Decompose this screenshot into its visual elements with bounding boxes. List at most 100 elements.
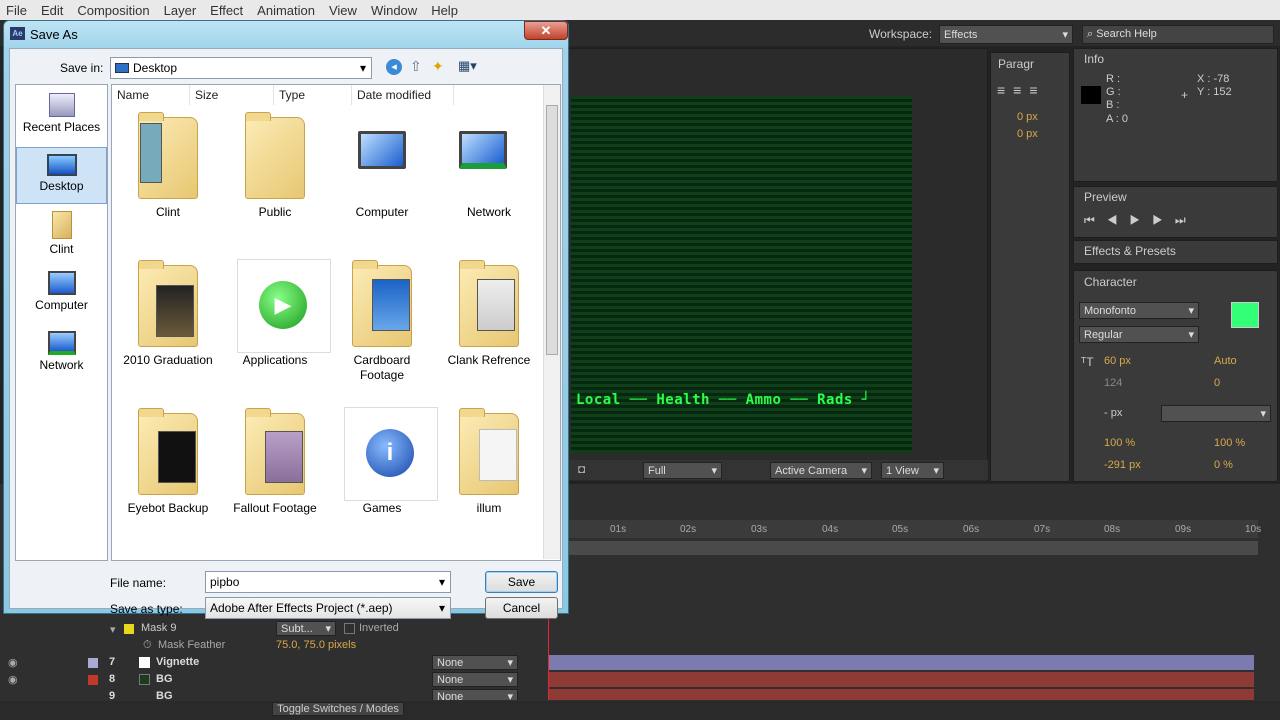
mask-row: ▾ Mask 9 Subt... ▾ Inverted: [0, 621, 545, 638]
column-size[interactable]: Size: [190, 85, 274, 105]
file-item-games[interactable]: i Games: [332, 405, 438, 516]
file-list[interactable]: Name Size Type Date modified Clint Publi…: [111, 84, 561, 561]
column-name[interactable]: Name: [112, 85, 190, 105]
label-color-swatch[interactable]: [88, 658, 98, 668]
kerning-value[interactable]: 124: [1104, 377, 1122, 389]
layer-name[interactable]: BG: [156, 690, 173, 700]
save-in-dropdown[interactable]: Desktop ▾: [110, 57, 372, 79]
tab-effects-presets[interactable]: Effects & Presets: [1084, 244, 1176, 258]
column-date-modified[interactable]: Date modified: [352, 85, 454, 105]
place-clint[interactable]: Clint: [16, 209, 107, 261]
file-item-illum[interactable]: illum: [439, 405, 539, 516]
bg-layer-bar[interactable]: [548, 689, 1254, 700]
tab-preview[interactable]: Preview: [1084, 190, 1127, 204]
menu-animation[interactable]: Animation: [251, 3, 323, 18]
views-dropdown[interactable]: 1 View ▾: [881, 462, 944, 479]
font-dropdown[interactable]: Monofonto ▾: [1079, 302, 1199, 319]
tracking-value[interactable]: 0: [1214, 377, 1220, 389]
mask-name[interactable]: Mask 9: [141, 622, 176, 634]
tab-paragraph[interactable]: Paragr: [998, 57, 1034, 71]
layer-name[interactable]: BG: [156, 673, 173, 685]
scrollbar-thumb[interactable]: [546, 105, 558, 355]
save-as-type-dropdown[interactable]: Adobe After Effects Project (*.aep) ▾: [205, 597, 451, 619]
file-item-clank-refrence[interactable]: Clank Refrence: [439, 257, 539, 368]
file-name-value: pipbo: [210, 575, 240, 589]
cancel-button[interactable]: Cancel: [485, 597, 558, 619]
bg-layer-bar[interactable]: [548, 672, 1254, 687]
tick-label: 06s: [963, 524, 980, 535]
label-color-swatch[interactable]: [88, 675, 98, 685]
view-menu-icon[interactable]: ▦▾: [458, 58, 477, 74]
place-recent-places[interactable]: Recent Places: [16, 91, 107, 143]
camera-snapshot-icon[interactable]: ◘: [578, 462, 585, 476]
menu-layer[interactable]: Layer: [158, 3, 205, 18]
leading-value[interactable]: Auto: [1214, 355, 1237, 367]
parent-dropdown[interactable]: None ▾: [432, 655, 518, 670]
new-folder-icon[interactable]: ✦: [432, 58, 444, 75]
menu-help[interactable]: Help: [425, 3, 466, 18]
save-button[interactable]: Save: [485, 571, 558, 593]
toggle-switches-modes-button[interactable]: Toggle Switches / Modes: [272, 702, 404, 716]
indent-left-value[interactable]: 0 px: [1017, 111, 1038, 123]
column-type[interactable]: Type: [274, 85, 352, 105]
fill-color-swatch[interactable]: [1231, 302, 1259, 328]
close-button[interactable]: ✕: [524, 21, 568, 40]
place-computer[interactable]: Computer: [16, 269, 107, 321]
align-icons[interactable]: ≡≡≡: [997, 82, 1046, 98]
horizontal-scale-value[interactable]: 100 %: [1214, 437, 1245, 449]
parent-dropdown[interactable]: None ▾: [432, 672, 518, 687]
up-folder-icon[interactable]: ⇧: [410, 58, 422, 75]
parent-dropdown[interactable]: None ▾: [432, 689, 518, 700]
layer-row[interactable]: ◉ 7 Vignette None ▾: [0, 655, 545, 672]
file-list-scrollbar[interactable]: [543, 85, 560, 559]
font-size-value[interactable]: 60 px: [1104, 355, 1131, 367]
search-help-input[interactable]: ⌕ Search Help: [1082, 25, 1274, 44]
camera-dropdown[interactable]: Active Camera ▾: [770, 462, 872, 479]
layer-name[interactable]: Vignette: [156, 656, 199, 668]
file-item-2010-graduation[interactable]: 2010 Graduation: [118, 257, 218, 368]
indent-first-value[interactable]: 0 px: [1017, 128, 1038, 140]
menu-file[interactable]: File: [0, 3, 35, 18]
expand-arrow-icon[interactable]: ▾: [110, 623, 116, 636]
menu-view[interactable]: View: [323, 3, 365, 18]
playback-controls[interactable]: ⏮◀▶▶⏭: [1084, 213, 1198, 228]
stopwatch-icon[interactable]: ⏱: [143, 639, 152, 652]
file-item-network[interactable]: Network: [439, 109, 539, 220]
tab-character[interactable]: Character: [1084, 275, 1137, 289]
menu-window[interactable]: Window: [365, 3, 425, 18]
file-item-public[interactable]: Public: [225, 109, 325, 220]
back-icon[interactable]: ◂: [386, 59, 402, 75]
workspace-value: Effects: [944, 28, 978, 41]
file-item-fallout-footage[interactable]: Fallout Footage: [225, 405, 325, 516]
stroke-width-value[interactable]: - px: [1104, 407, 1122, 419]
mask-feather-value[interactable]: 75.0, 75.0 pixels: [276, 639, 356, 651]
mask-mode-dropdown[interactable]: Subt... ▾: [276, 621, 336, 636]
file-item-cardboard-footage[interactable]: Cardboard Footage: [332, 257, 432, 383]
layer-row[interactable]: 9 BG None ▾: [0, 689, 545, 700]
resolution-dropdown[interactable]: Full ▾: [643, 462, 722, 479]
file-item-clint[interactable]: Clint: [118, 109, 218, 220]
menu-composition[interactable]: Composition: [71, 3, 157, 18]
place-desktop[interactable]: Desktop: [16, 147, 107, 204]
font-style-dropdown[interactable]: Regular ▾: [1079, 326, 1199, 343]
tab-info[interactable]: Info: [1084, 52, 1104, 66]
file-item-eyebot-backup[interactable]: Eyebot Backup: [118, 405, 218, 516]
workspace-dropdown[interactable]: Effects ▾: [939, 25, 1073, 44]
eye-icon[interactable]: ◉: [8, 673, 18, 686]
chevron-down-icon[interactable]: ▾: [439, 575, 450, 589]
menu-edit[interactable]: Edit: [35, 3, 71, 18]
menu-effect[interactable]: Effect: [204, 3, 251, 18]
tsume-value[interactable]: 0 %: [1214, 459, 1233, 471]
place-network[interactable]: Network: [16, 329, 107, 381]
eye-icon[interactable]: ◉: [8, 656, 18, 669]
layer-row[interactable]: ◉ 8 BG None ▾: [0, 672, 545, 689]
baseline-shift-value[interactable]: -291 px: [1104, 459, 1141, 471]
vertical-scale-value[interactable]: 100 %: [1104, 437, 1135, 449]
work-area-bar[interactable]: [548, 541, 1258, 555]
vignette-layer-bar[interactable]: [548, 655, 1254, 670]
inverted-checkbox[interactable]: [344, 623, 355, 634]
file-item-applications[interactable]: ▶ Applications: [225, 257, 331, 368]
stroke-type-dropdown[interactable]: ▾: [1161, 405, 1271, 422]
file-name-input[interactable]: pipbo ▾: [205, 571, 451, 593]
file-item-computer[interactable]: Computer: [332, 109, 432, 220]
